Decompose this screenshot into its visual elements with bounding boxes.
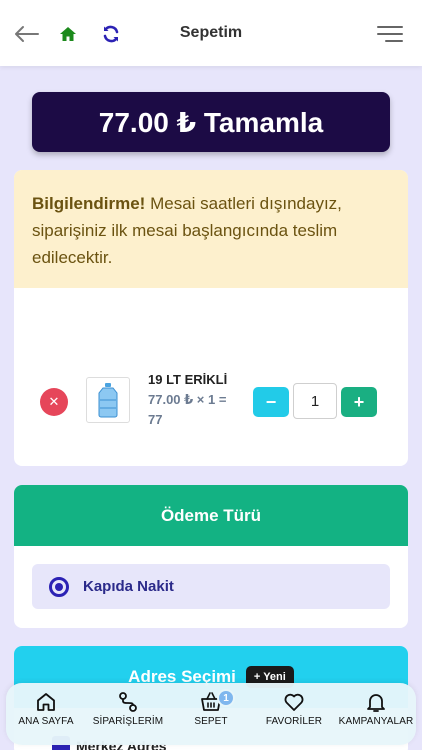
bottom-nav: ANA SAYFA SİPARİŞLERİM SEPET 1 FAVORİLER… — [6, 683, 416, 745]
home-icon — [37, 693, 55, 711]
nav-label: ANA SAYFA — [18, 716, 74, 727]
nav-item-cart[interactable]: SEPET 1 — [169, 689, 253, 739]
nav-label: SİPARİŞLERİM — [92, 716, 164, 727]
home-button[interactable] — [54, 20, 82, 48]
radio-selected-icon[interactable] — [49, 576, 69, 597]
payment-card: Ödeme Türü Kapıda Nakit — [14, 485, 408, 628]
info-alert: Bilgilendirme! Mesai saatleri dışındayız… — [14, 170, 408, 288]
nav-item-home[interactable]: ANA SAYFA — [4, 691, 88, 739]
bell-icon — [367, 694, 385, 712]
nav-label: FAVORİLER — [265, 716, 323, 727]
route-icon — [119, 692, 137, 712]
payment-option-cash[interactable]: Kapıda Nakit — [32, 564, 390, 609]
product-name: 19 LT ERİKLİ — [148, 372, 228, 387]
heart-icon — [284, 693, 304, 711]
nav-item-orders[interactable]: SİPARİŞLERİM — [86, 691, 170, 739]
top-bar: Sepetim — [0, 0, 422, 66]
payment-title: Ödeme Türü — [14, 485, 408, 546]
complete-order-button[interactable]: 77.00 ₺ Tamamla — [32, 92, 390, 152]
menu-button[interactable] — [376, 20, 404, 48]
cart-item: ✕ 19 LT ERİKLİ 77.00 ₺ × 1 = 77 − 1 + — [14, 370, 408, 430]
product-image — [86, 377, 130, 423]
nav-item-favorites[interactable]: FAVORİLER — [252, 691, 336, 739]
info-alert-title: Bilgilendirme! — [32, 194, 146, 213]
nav-label: SEPET — [194, 716, 228, 727]
increase-quantity-button[interactable]: + — [341, 387, 377, 417]
menu-icon — [377, 26, 403, 42]
home-icon — [60, 27, 76, 41]
cart-count-badge: 1 — [217, 689, 235, 707]
arrow-left-icon — [15, 26, 39, 42]
cart-card: Bilgilendirme! Mesai saatleri dışındayız… — [14, 170, 408, 466]
water-bottle-icon — [98, 383, 118, 418]
decrease-quantity-button[interactable]: − — [253, 387, 289, 417]
product-price: 77.00 ₺ × 1 = 77 — [148, 392, 227, 427]
refresh-icon — [103, 25, 119, 43]
nav-label: KAMPANYALAR — [338, 716, 414, 727]
nav-item-campaigns[interactable]: KAMPANYALAR — [334, 691, 418, 739]
remove-item-button[interactable]: ✕ — [40, 388, 68, 416]
quantity-input[interactable]: 1 — [293, 383, 337, 419]
back-button[interactable] — [12, 20, 40, 48]
payment-option-label: Kapıda Nakit — [83, 578, 174, 595]
refresh-button[interactable] — [97, 20, 125, 48]
